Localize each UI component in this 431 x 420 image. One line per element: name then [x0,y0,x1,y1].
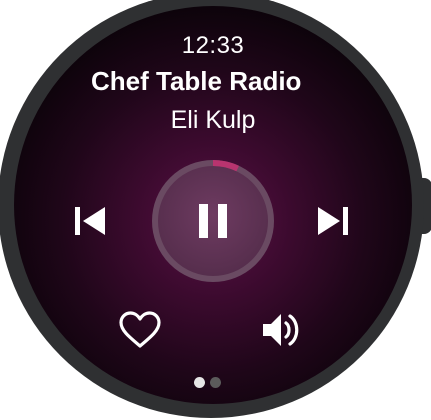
page-dot [210,377,221,388]
volume-button[interactable] [258,308,306,352]
previous-button[interactable] [68,198,114,244]
status-time: 12:33 [181,32,245,59]
pause-icon [199,204,227,238]
page-dot-active [194,377,205,388]
watch-frame: 12:33 Chef Table Radio Eli Kulp [0,0,431,420]
next-button[interactable] [309,198,355,244]
skip-previous-icon [75,207,105,235]
track-artist: Eli Kulp [170,106,256,134]
skip-next-icon [318,207,348,235]
track-title: Chef Table Radio [91,66,302,96]
watch-screen: 12:33 Chef Table Radio Eli Kulp [14,6,412,404]
heart-outline-icon [119,311,161,348]
favorite-button[interactable] [116,308,164,352]
volume-icon [263,314,299,346]
page-indicator [194,377,234,389]
play-pause-button[interactable] [150,158,276,284]
